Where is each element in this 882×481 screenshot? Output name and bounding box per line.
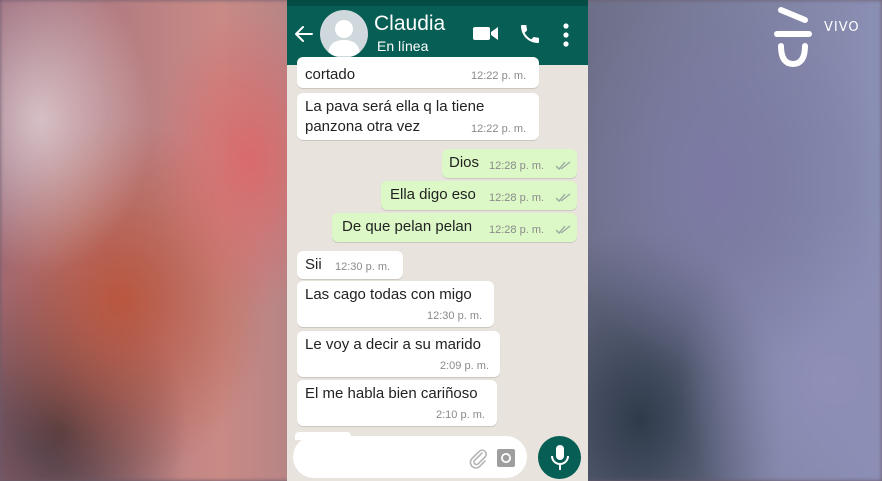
avatar[interactable] [320, 10, 368, 58]
message-bubble-outgoing[interactable]: De que pelan pelan 12:28 p. m. [332, 213, 577, 242]
mic-button[interactable] [538, 436, 581, 479]
live-label: VIVO [824, 20, 860, 35]
message-time: 2:10 p. m. [436, 409, 485, 421]
channel-logo [774, 7, 812, 68]
message-bubble-incoming[interactable]: El me habla bien cariñoso 2:10 p. m. [297, 380, 497, 426]
message-bubble-incoming[interactable]: Le voy a decir a su marido 2:09 p. m. [297, 331, 500, 377]
message-text: Le voy a decir a su marido [305, 336, 481, 353]
message-bubble-incoming[interactable]: La pava será ella q la tiene panzona otr… [297, 93, 539, 140]
message-bubble-outgoing[interactable]: Dios 12:28 p. m. [442, 149, 577, 178]
message-text: Ella digo eso [390, 186, 476, 203]
message-time: 12:28 p. m. [489, 160, 545, 172]
mic-icon [551, 445, 569, 470]
message-text: Sii [305, 256, 322, 273]
message-time: 12:28 p. m. [489, 192, 545, 204]
message-bubble-outgoing[interactable]: Ella digo eso 12:28 p. m. [381, 181, 577, 210]
message-time: 12:28 p. m. [489, 224, 545, 236]
message-text: La pava será ella q la tiene [305, 98, 485, 115]
message-list[interactable]: cortado 12:22 p. m. La pava será ella q … [287, 57, 588, 435]
chat-header: Claudia En línea [287, 0, 588, 65]
message-bubble-incoming[interactable]: cortado 12:22 p. m. [297, 57, 539, 88]
more-vert-icon[interactable] [561, 22, 571, 48]
message-bubble-incoming[interactable]: Las cago todas con migo 12:30 p. m. [297, 281, 494, 327]
message-text: De que pelan pelan [342, 218, 473, 235]
message-text: Las cago todas con migo [305, 286, 472, 303]
message-input[interactable] [293, 436, 527, 478]
message-text: cortado [305, 66, 356, 83]
message-text: panzona otra vez [305, 118, 421, 135]
message-time: 12:22 p. m. [471, 123, 527, 135]
avatar-placeholder-icon [328, 20, 360, 56]
camera-icon[interactable] [496, 448, 516, 468]
status-bar [287, 0, 588, 6]
contact-status: En línea [377, 38, 429, 54]
read-ticks-icon [555, 193, 571, 202]
video-call-icon[interactable] [472, 22, 500, 44]
attach-icon[interactable] [467, 447, 489, 469]
read-ticks-icon [555, 161, 571, 170]
phone-screen: Claudia En línea cortado 12:22 p. m. La … [287, 0, 588, 481]
read-ticks-icon [555, 225, 571, 234]
message-time: 2:09 p. m. [440, 360, 489, 372]
message-bubble-incoming[interactable]: Sii 12:30 p. m. [297, 251, 403, 279]
message-text: Dios [449, 154, 480, 171]
message-time: 12:30 p. m. [335, 261, 391, 273]
contact-name[interactable]: Claudia [374, 12, 445, 36]
message-text: El me habla bien cariñoso [305, 385, 478, 402]
back-arrow-icon[interactable] [292, 22, 316, 46]
message-time: 12:30 p. m. [427, 310, 483, 322]
message-time: 12:22 p. m. [471, 70, 527, 82]
phone-call-icon[interactable] [518, 22, 542, 46]
